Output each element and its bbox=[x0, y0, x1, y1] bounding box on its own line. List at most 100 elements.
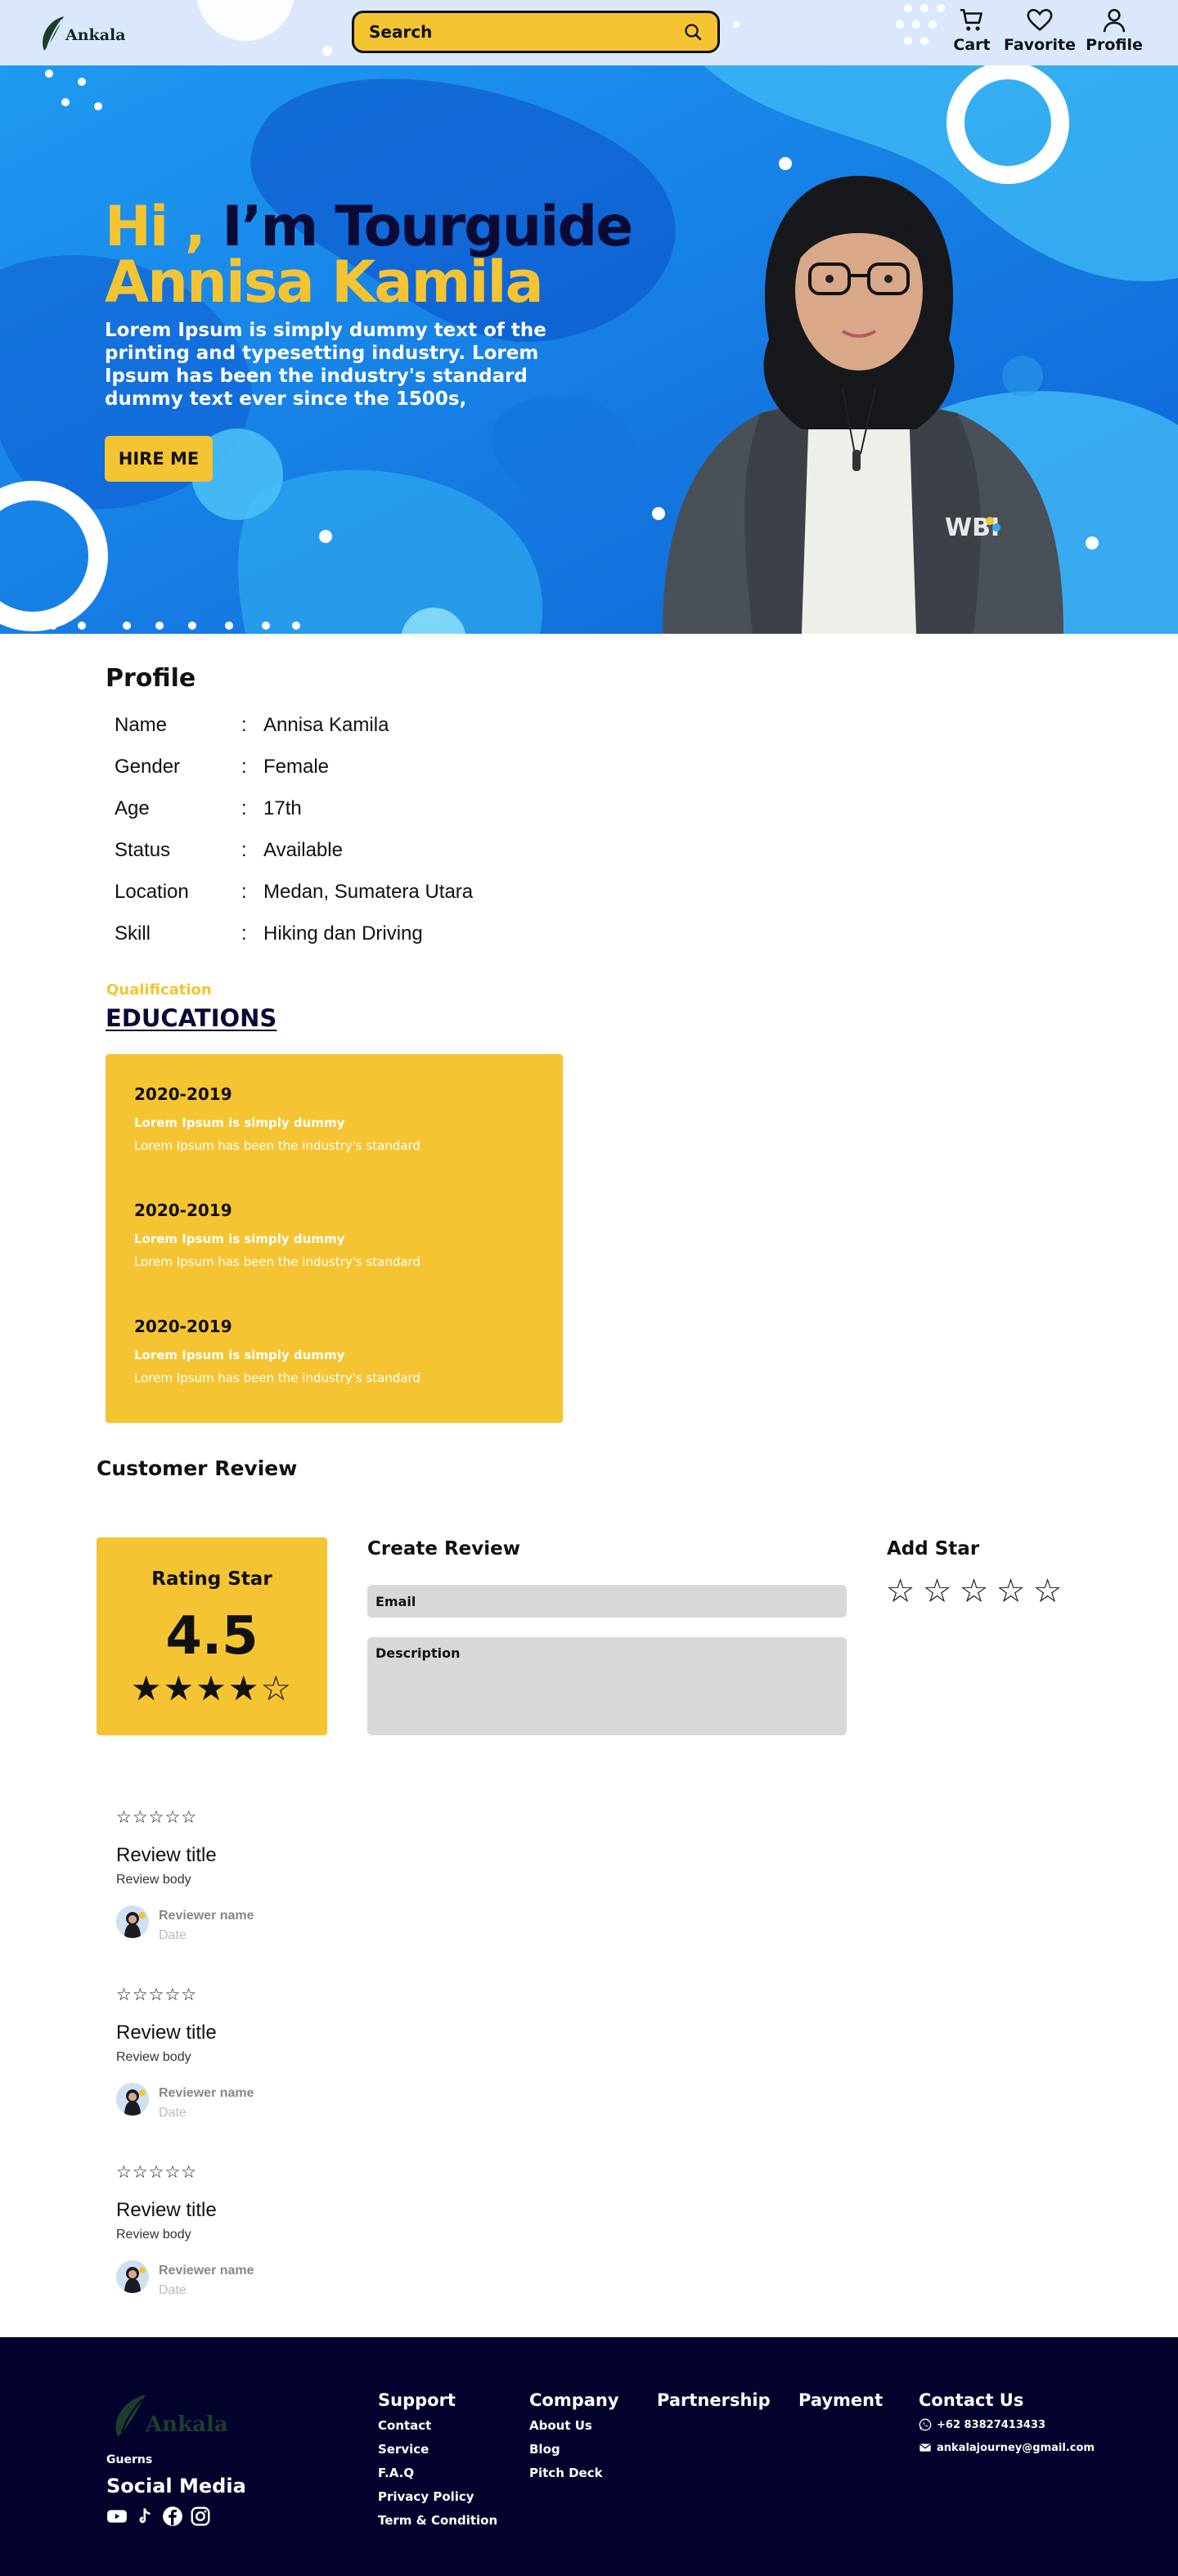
footer-link-pitch-deck[interactable]: Pitch Deck bbox=[529, 2466, 619, 2480]
profile-title: Profile bbox=[106, 664, 196, 693]
nav-favorite[interactable]: Favorite bbox=[999, 7, 1081, 54]
add-star-title: Add Star bbox=[887, 1538, 980, 1560]
logo[interactable]: Ankala bbox=[38, 11, 136, 56]
top-navbar: Ankala Search Cart Favorite Profile bbox=[0, 0, 1178, 65]
search-bar[interactable]: Search bbox=[352, 11, 720, 53]
tiktok-icon[interactable] bbox=[134, 2506, 155, 2527]
whatsapp-icon bbox=[919, 2418, 932, 2431]
profile-value: Annisa Kamila bbox=[263, 714, 389, 736]
footer-partnership-title[interactable]: Partnership bbox=[657, 2390, 771, 2410]
education-body: Lorem Ipsum has been the industry's stan… bbox=[134, 1371, 420, 1385]
review-stars: ☆☆☆☆☆ bbox=[116, 1807, 198, 1827]
user-icon[interactable] bbox=[1100, 7, 1128, 34]
star-3-button[interactable]: ☆ bbox=[957, 1573, 991, 1610]
review-stars: ☆☆☆☆☆ bbox=[116, 2162, 198, 2182]
reviewer-name: Reviewer name bbox=[159, 1909, 254, 1923]
profile-colon: : bbox=[241, 881, 247, 903]
profile-label: Location bbox=[115, 881, 189, 903]
hero-description: Lorem Ipsum is simply dummy text of the … bbox=[105, 320, 546, 410]
footer-support-title: Support bbox=[378, 2390, 456, 2410]
rating-stars: ★★★★☆ bbox=[130, 1668, 294, 1708]
review-body: Review body bbox=[116, 2050, 191, 2064]
review-date: Date bbox=[159, 1928, 187, 1942]
profile-colon: : bbox=[241, 839, 247, 861]
heart-icon[interactable] bbox=[1026, 7, 1054, 34]
review-title: Review title bbox=[116, 2022, 217, 2044]
cart-icon[interactable] bbox=[958, 7, 986, 34]
rating-title: Rating Star bbox=[151, 1568, 272, 1590]
rating-summary-card: Rating Star 4.5 ★★★★☆ bbox=[97, 1537, 327, 1735]
footer-phone[interactable]: +62 83827413433 bbox=[919, 2418, 1095, 2431]
star-1-button[interactable]: ☆ bbox=[884, 1573, 917, 1610]
profile-label: Gender bbox=[115, 756, 181, 778]
education-item: 2020-2019 Lorem Ipsum is simply dummy Lo… bbox=[134, 1200, 420, 1269]
search-placeholder[interactable]: Search bbox=[369, 22, 683, 42]
profile-colon: : bbox=[241, 714, 247, 736]
review-title: Review title bbox=[116, 1844, 217, 1866]
reviewer-avatar bbox=[116, 2260, 149, 2293]
nav-profile[interactable]: Profile bbox=[1073, 7, 1155, 54]
reviewer-avatar bbox=[116, 1905, 149, 1938]
footer-link-contact[interactable]: Contact bbox=[378, 2418, 497, 2433]
profile-label: Age bbox=[115, 797, 150, 819]
description-field[interactable] bbox=[367, 1637, 847, 1735]
social-icons bbox=[106, 2506, 211, 2527]
add-star-selector[interactable]: ☆ ☆ ☆ ☆ ☆ bbox=[884, 1573, 1064, 1610]
footer-payment-title[interactable]: Payment bbox=[798, 2390, 883, 2410]
education-subtitle: Lorem Ipsum is simply dummy bbox=[134, 1348, 345, 1362]
profile-value: 17th bbox=[263, 797, 302, 819]
profile-value: Female bbox=[263, 756, 330, 778]
education-item: 2020-2019 Lorem Ipsum is simply dummy Lo… bbox=[134, 1084, 420, 1153]
email-field[interactable] bbox=[367, 1585, 847, 1618]
review-body: Review body bbox=[116, 1873, 191, 1887]
footer-link-faq[interactable]: F.A.Q bbox=[378, 2466, 497, 2480]
profile-label: Status bbox=[115, 839, 171, 861]
education-item: 2020-2019 Lorem Ipsum is simply dummy Lo… bbox=[134, 1317, 420, 1385]
education-subtitle: Lorem Ipsum is simply dummy bbox=[134, 1232, 345, 1246]
star-2-button[interactable]: ☆ bbox=[920, 1573, 954, 1610]
profile-label: Name bbox=[115, 714, 168, 736]
avatar-portrait-icon bbox=[116, 1905, 149, 1938]
footer-company: Company About Us Blog Pitch Deck bbox=[529, 2390, 619, 2489]
footer-contact: Contact Us +62 83827413433 ankalajourney… bbox=[919, 2390, 1095, 2464]
profile-value: Available bbox=[263, 839, 343, 861]
footer-support: Support Contact Service F.A.Q Privacy Po… bbox=[378, 2390, 497, 2537]
qualification-label: Qualification bbox=[106, 981, 212, 999]
hero-name: Annisa Kamila bbox=[105, 249, 544, 316]
footer-link-privacy-policy[interactable]: Privacy Policy bbox=[378, 2489, 497, 2504]
review-card: ☆☆☆☆☆ Review title Review body Reviewer … bbox=[116, 1807, 443, 1971]
instagram-icon[interactable] bbox=[190, 2506, 211, 2527]
education-year: 2020-2019 bbox=[134, 1200, 232, 1220]
footer-logo[interactable]: Ankala bbox=[110, 2393, 228, 2442]
footer-logo-text: Ankala bbox=[146, 2412, 228, 2437]
footer-link-terms[interactable]: Term & Condition bbox=[378, 2513, 497, 2528]
footer-phone-text: +62 83827413433 bbox=[937, 2418, 1046, 2431]
facebook-icon[interactable] bbox=[162, 2506, 183, 2527]
education-body: Lorem Ipsum has been the industry's stan… bbox=[134, 1254, 420, 1269]
star-5-button[interactable]: ☆ bbox=[1031, 1573, 1064, 1610]
footer-email-text: ankalajourney@gmail.com bbox=[937, 2441, 1095, 2454]
educations-title: EDUCATIONS bbox=[106, 1004, 277, 1032]
profile-value: Hiking dan Driving bbox=[263, 922, 423, 945]
hero-banner: Hi , I’m Tourguide Annisa Kamila Lorem I… bbox=[0, 65, 1178, 634]
nav-cart-label: Cart bbox=[953, 36, 991, 54]
hire-me-button[interactable]: HIRE ME bbox=[105, 436, 213, 482]
star-4-button[interactable]: ☆ bbox=[994, 1573, 1027, 1610]
education-year: 2020-2019 bbox=[134, 1084, 232, 1104]
create-review-title: Create Review bbox=[367, 1538, 520, 1560]
footer-email[interactable]: ankalajourney@gmail.com bbox=[919, 2441, 1095, 2454]
profile-value: Medan, Sumatera Utara bbox=[263, 881, 474, 903]
review-stars: ☆☆☆☆☆ bbox=[116, 1985, 198, 2004]
youtube-icon[interactable] bbox=[106, 2506, 128, 2527]
footer-link-service[interactable]: Service bbox=[378, 2442, 497, 2457]
nav-favorite-label: Favorite bbox=[1004, 36, 1076, 54]
profile-colon: : bbox=[241, 756, 247, 778]
avatar-portrait-icon bbox=[116, 2260, 149, 2293]
education-year: 2020-2019 bbox=[134, 1317, 232, 1336]
logo-text: Ankala bbox=[65, 26, 126, 44]
profile-colon: : bbox=[241, 922, 247, 945]
footer-link-about-us[interactable]: About Us bbox=[529, 2418, 619, 2433]
search-icon[interactable] bbox=[683, 22, 703, 42]
footer-link-blog[interactable]: Blog bbox=[529, 2442, 619, 2457]
review-date: Date bbox=[159, 2283, 187, 2297]
